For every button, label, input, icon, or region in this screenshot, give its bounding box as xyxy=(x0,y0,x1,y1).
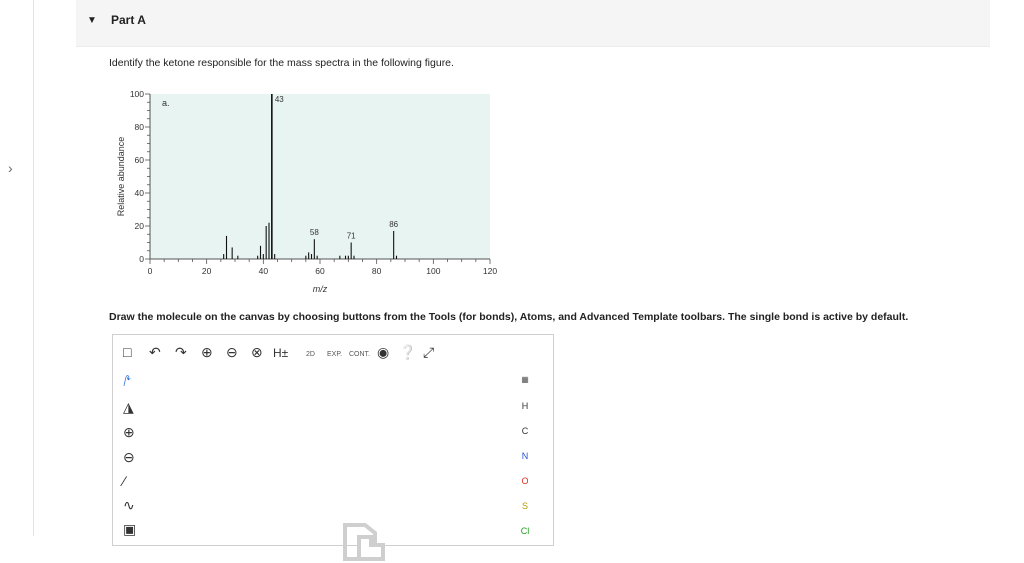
zoom-in-icon[interactable]: ⊕ xyxy=(201,345,213,359)
y-tick-label: 20 xyxy=(135,221,145,231)
peak-label: 43 xyxy=(275,95,284,104)
part-title: Part A xyxy=(111,13,146,27)
y-axis-label: Relative abundance xyxy=(116,137,126,217)
question-text: Identify the ketone responsible for the … xyxy=(109,57,454,69)
info-icon[interactable]: ◉ xyxy=(377,345,389,359)
expand-button[interactable]: EXP. xyxy=(327,348,342,362)
y-tick-label: 60 xyxy=(135,155,145,165)
x-tick-label: 100 xyxy=(426,266,440,276)
peak-label: 58 xyxy=(310,228,319,237)
y-tick-label: 100 xyxy=(130,89,144,99)
positive-charge-icon[interactable]: ⊕ xyxy=(123,424,135,441)
top-toolbar: □ ↶ ↷ ⊕ ⊖ ⊗ H± 2D EXP. CONT. ◉ ❔ ⤢ xyxy=(113,335,553,369)
panel-label: a. xyxy=(162,98,170,108)
select-icon[interactable]: ⭚ xyxy=(123,373,131,390)
periodic-table-icon[interactable]: ▦ xyxy=(513,375,537,384)
undo-icon[interactable]: ↶ xyxy=(149,345,161,359)
single-bond-icon[interactable]: ∕ xyxy=(123,473,125,489)
collapse-caret-icon[interactable]: ▼ xyxy=(87,15,97,26)
atom-n-button[interactable]: N xyxy=(513,451,537,461)
x-tick-label: 80 xyxy=(372,266,382,276)
help-icon[interactable]: ❔ xyxy=(399,345,416,359)
x-tick-label: 60 xyxy=(315,266,325,276)
hydrogen-toggle-button[interactable]: H± xyxy=(273,346,288,360)
expand-chevron-icon[interactable]: › xyxy=(8,160,13,176)
mass-spectrum-svg: 0 20 40 60 80 100 120 0 20 40 60 80 100 43 58 71 86 a. m/z… xyxy=(116,89,497,294)
zoom-reset-icon[interactable]: ⊗ xyxy=(251,345,263,359)
left-toolbar: ⭚ ◮ ⊕ ⊖ ∕ ∿ ▣ xyxy=(113,369,147,549)
atom-s-button[interactable]: S xyxy=(513,501,537,511)
mass-spectrum-chart: 0 20 40 60 80 100 120 0 20 40 60 80 100 43 58 71 86 a. m/z… xyxy=(110,86,505,298)
canvas-logo-icon xyxy=(343,523,385,561)
atom-cl-button[interactable]: Cl xyxy=(513,526,537,536)
y-tick-label: 0 xyxy=(139,254,144,264)
expand-icon[interactable]: ⤢ xyxy=(423,345,434,359)
chain-icon[interactable]: ∿ xyxy=(123,497,135,514)
atom-h-button[interactable]: H xyxy=(513,401,537,411)
x-tick-label: 0 xyxy=(148,266,153,276)
plot-background xyxy=(150,94,490,259)
contract-button[interactable]: CONT. xyxy=(349,348,370,362)
y-tick-label: 80 xyxy=(135,122,145,132)
atom-c-button[interactable]: C xyxy=(513,426,537,436)
atom-o-button[interactable]: O xyxy=(513,476,537,486)
x-tick-label: 120 xyxy=(483,266,497,276)
y-tick-label: 40 xyxy=(135,188,145,198)
x-tick-label: 20 xyxy=(202,266,212,276)
part-header[interactable]: ▼ Part A xyxy=(76,0,990,47)
2d-clean-button[interactable]: 2D xyxy=(306,348,315,362)
new-document-icon[interactable]: □ xyxy=(123,345,131,359)
eraser-icon[interactable]: ◮ xyxy=(123,399,134,416)
drawing-canvas[interactable] xyxy=(149,369,511,561)
redo-icon[interactable]: ↷ xyxy=(175,345,187,359)
zoom-out-icon[interactable]: ⊖ xyxy=(226,345,238,359)
x-axis-label: m/z xyxy=(313,284,328,294)
peak-label: 86 xyxy=(389,220,398,229)
molecule-editor: □ ↶ ↷ ⊕ ⊖ ⊗ H± 2D EXP. CONT. ◉ ❔ ⤢ ⭚ ◮ ⊕… xyxy=(112,334,554,561)
left-rail: › xyxy=(0,0,34,536)
instructions-text: Draw the molecule on the canvas by choos… xyxy=(109,311,909,323)
peak-label: 71 xyxy=(347,232,356,241)
atoms-toolbar: ▦ H C N O S Cl xyxy=(513,369,551,549)
template-icon[interactable]: ▣ xyxy=(123,521,136,538)
negative-charge-icon[interactable]: ⊖ xyxy=(123,449,135,466)
x-tick-label: 40 xyxy=(259,266,269,276)
